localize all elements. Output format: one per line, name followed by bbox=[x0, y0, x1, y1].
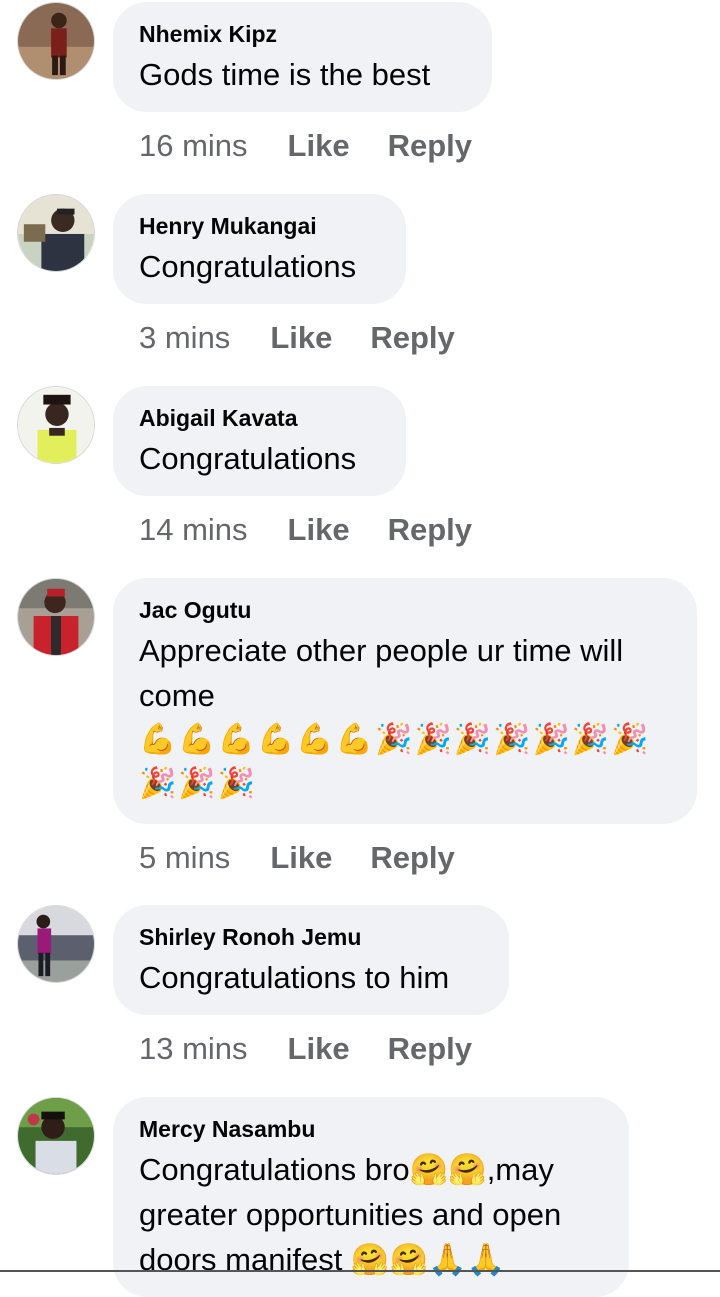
comment-bubble[interactable]: Jac Ogutu Appreciate other people ur tim… bbox=[113, 578, 697, 824]
comment-author[interactable]: Henry Mukangai bbox=[139, 211, 380, 241]
comment-actions: 14 mins Like Reply bbox=[139, 510, 472, 550]
comment-time[interactable]: 5 mins bbox=[139, 840, 230, 875]
comment-bubble[interactable]: Mercy Nasambu Congratulations bro🤗🤗,may … bbox=[113, 1097, 629, 1297]
like-button[interactable]: Like bbox=[288, 128, 350, 163]
comment-author[interactable]: Shirley Ronoh Jemu bbox=[139, 922, 483, 952]
avatar[interactable] bbox=[17, 1097, 95, 1175]
comment-actions: 5 mins Like Reply bbox=[139, 838, 455, 878]
comment-text: Congratulations bro🤗🤗,may greater opport… bbox=[139, 1152, 562, 1277]
avatar[interactable] bbox=[17, 194, 95, 272]
comment-time[interactable]: 16 mins bbox=[139, 128, 248, 163]
comment-text: Congratulations bbox=[139, 249, 357, 284]
comment-text: Gods time is the best bbox=[139, 57, 431, 92]
comment-text: Congratulations to him bbox=[139, 960, 450, 995]
like-button[interactable]: Like bbox=[288, 512, 350, 547]
reply-button[interactable]: Reply bbox=[370, 840, 454, 875]
comment-time[interactable]: 3 mins bbox=[139, 320, 230, 355]
comment-bubble[interactable]: Shirley Ronoh Jemu Congratulations to hi… bbox=[113, 905, 509, 1015]
reply-button[interactable]: Reply bbox=[370, 320, 454, 355]
like-button[interactable]: Like bbox=[270, 320, 332, 355]
like-button[interactable]: Like bbox=[288, 1031, 350, 1066]
comment-text: Congratulations bbox=[139, 441, 357, 476]
comment-author[interactable]: Mercy Nasambu bbox=[139, 1114, 603, 1144]
screen-edge-divider bbox=[0, 1270, 720, 1272]
comment-author[interactable]: Abigail Kavata bbox=[139, 403, 380, 433]
avatar[interactable] bbox=[17, 905, 95, 983]
comment-emoji: 💪💪💪💪💪💪🎉🎉🎉🎉🎉🎉🎉🎉🎉🎉 bbox=[139, 722, 651, 801]
comment-time[interactable]: 13 mins bbox=[139, 1031, 248, 1066]
comment-actions: 16 mins Like Reply bbox=[139, 126, 472, 166]
comment-time[interactable]: 14 mins bbox=[139, 512, 248, 547]
avatar[interactable] bbox=[17, 578, 95, 656]
comment-bubble[interactable]: Henry Mukangai Congratulations bbox=[113, 194, 406, 304]
comment-bubble[interactable]: Nhemix Kipz Gods time is the best bbox=[113, 2, 492, 112]
avatar[interactable] bbox=[17, 386, 95, 464]
reply-button[interactable]: Reply bbox=[388, 512, 472, 547]
like-button[interactable]: Like bbox=[270, 840, 332, 875]
reply-button[interactable]: Reply bbox=[388, 128, 472, 163]
avatar[interactable] bbox=[17, 2, 95, 80]
comment-author[interactable]: Nhemix Kipz bbox=[139, 19, 466, 49]
comment-actions: 3 mins Like Reply bbox=[139, 318, 455, 358]
comment-bubble[interactable]: Abigail Kavata Congratulations bbox=[113, 386, 406, 496]
comment-actions: 13 mins Like Reply bbox=[139, 1029, 472, 1069]
comment-author[interactable]: Jac Ogutu bbox=[139, 595, 671, 625]
comment-text: Appreciate other people ur time will com… bbox=[139, 633, 624, 713]
reply-button[interactable]: Reply bbox=[388, 1031, 472, 1066]
